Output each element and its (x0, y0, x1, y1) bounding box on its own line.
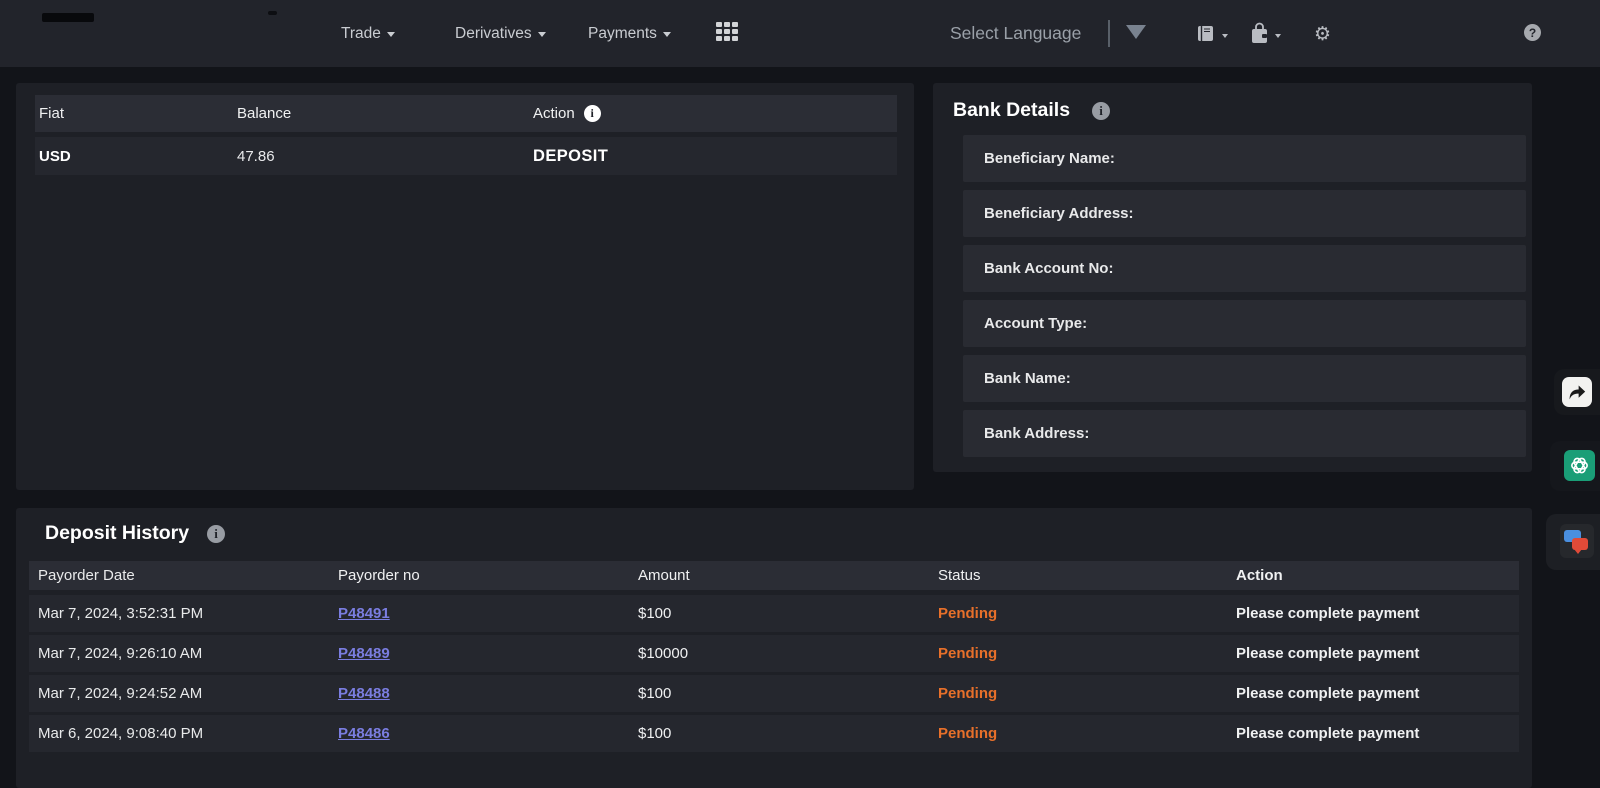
nav-menu-derivatives[interactable]: Derivatives (455, 0, 546, 67)
payorder-link[interactable]: P48488 (338, 685, 390, 702)
chatgpt-extension-icon[interactable] (1564, 450, 1595, 481)
header-status: Status (929, 567, 1227, 584)
chevron-down-icon (1222, 34, 1228, 38)
payorder-link[interactable]: P48491 (338, 605, 390, 622)
fiat-balance-panel: Fiat Balance Action i USD 47.86 DEPOSIT (16, 83, 914, 490)
status-badge: Pending (938, 725, 997, 742)
chevron-down-icon (538, 32, 546, 37)
book-icon (1196, 25, 1217, 43)
wallet-lock-icon (1250, 22, 1270, 45)
language-dropdown-triangle-icon[interactable] (1126, 25, 1146, 39)
fiat-table-header: Fiat Balance Action i (35, 95, 897, 132)
help-icon[interactable]: ? (1524, 24, 1541, 41)
curved-arrow-icon (1567, 383, 1587, 401)
status-badge: Pending (938, 685, 997, 702)
bank-field-label: Beneficiary Name: (984, 150, 1115, 167)
openai-knot-icon (1569, 455, 1590, 476)
language-selector[interactable]: Select Language (950, 0, 1081, 67)
brand-logo (42, 13, 94, 22)
fiat-balance-value: 47.86 (237, 148, 533, 165)
nav-menu-payments[interactable]: Payments (588, 0, 671, 67)
wallet-menu[interactable] (1250, 0, 1281, 67)
orders-menu[interactable] (1196, 0, 1228, 67)
bank-field-label: Bank Account No: (984, 260, 1113, 277)
bank-details-panel: Bank Details i Beneficiary Name: Benefic… (933, 83, 1532, 472)
table-row: Mar 7, 2024, 9:24:52 AM P48488 $100 Pend… (29, 675, 1519, 712)
cell-action: Please complete payment (1227, 645, 1519, 662)
nav-menu-trade[interactable]: Trade (341, 0, 395, 67)
status-badge: Pending (938, 605, 997, 622)
apps-grid-icon[interactable] (716, 22, 740, 44)
header-amount: Amount (629, 567, 929, 584)
help-glyph: ? (1529, 26, 1536, 40)
cell-action: Please complete payment (1227, 725, 1519, 742)
bank-details-fields: Beneficiary Name: Beneficiary Address: B… (933, 135, 1532, 457)
chevron-down-icon (387, 32, 395, 37)
chevron-down-icon (1275, 34, 1281, 38)
bank-field-label: Beneficiary Address: (984, 205, 1134, 222)
header-payorder-no: Payorder no (329, 567, 629, 584)
logo-dot (268, 11, 277, 15)
fiat-header-balance: Balance (237, 105, 533, 122)
red-chat-bubble-icon (1572, 538, 1588, 550)
header-payorder-date: Payorder Date (29, 567, 329, 584)
deposit-button[interactable]: DEPOSIT (533, 147, 608, 166)
status-badge: Pending (938, 645, 997, 662)
nav-menu-derivatives-label: Derivatives (455, 25, 532, 43)
cell-payorder-date: Mar 6, 2024, 9:08:40 PM (29, 725, 329, 742)
cell-amount: $10000 (629, 645, 929, 662)
bank-field-account-type: Account Type: (963, 300, 1526, 347)
share-arrow-icon[interactable] (1562, 377, 1592, 407)
deposit-history-title: Deposit History (45, 522, 189, 545)
fiat-header-fiat: Fiat (35, 105, 237, 122)
bank-field-label: Bank Address: (984, 425, 1089, 442)
bank-details-info-icon[interactable]: i (1092, 102, 1110, 120)
bank-field-bank-name: Bank Name: (963, 355, 1526, 402)
bank-field-beneficiary-name: Beneficiary Name: (963, 135, 1526, 182)
nav-menu-payments-label: Payments (588, 25, 657, 43)
cell-action: Please complete payment (1227, 685, 1519, 702)
cell-payorder-date: Mar 7, 2024, 3:52:31 PM (29, 605, 329, 622)
cell-payorder-date: Mar 7, 2024, 9:24:52 AM (29, 685, 329, 702)
nav-menu-trade-label: Trade (341, 25, 381, 43)
fiat-table-row: USD 47.86 DEPOSIT (35, 137, 897, 175)
deposit-history-table: Payorder Date Payorder no Amount Status … (29, 561, 1519, 752)
bank-field-label: Bank Name: (984, 370, 1071, 387)
divider (1108, 20, 1110, 47)
action-info-icon[interactable]: i (584, 105, 601, 122)
cell-payorder-date: Mar 7, 2024, 9:26:10 AM (29, 645, 329, 662)
payorder-link[interactable]: P48489 (338, 645, 390, 662)
deposit-table-header: Payorder Date Payorder no Amount Status … (29, 561, 1519, 590)
settings-gear-icon[interactable]: ⚙ (1314, 0, 1331, 67)
language-selector-label: Select Language (950, 23, 1081, 44)
table-row: Mar 7, 2024, 3:52:31 PM P48491 $100 Pend… (29, 595, 1519, 632)
top-navbar: Trade Derivatives Payments Select Langua… (0, 0, 1600, 67)
bank-field-beneficiary-address: Beneficiary Address: (963, 190, 1526, 237)
header-action: Action (1227, 567, 1519, 584)
fiat-currency: USD (35, 148, 237, 165)
bank-field-label: Account Type: (984, 315, 1087, 332)
table-row: Mar 6, 2024, 9:08:40 PM P48486 $100 Pend… (29, 715, 1519, 752)
deposit-history-panel: Deposit History i Payorder Date Payorder… (16, 508, 1532, 788)
payorder-link[interactable]: P48486 (338, 725, 390, 742)
bank-field-bank-address: Bank Address: (963, 410, 1526, 457)
chevron-down-icon (663, 32, 671, 37)
cell-amount: $100 (629, 605, 929, 622)
bank-field-account-no: Bank Account No: (963, 245, 1526, 292)
chat-bubbles-extension-icon[interactable] (1560, 524, 1594, 558)
gear-glyph: ⚙ (1314, 23, 1331, 45)
cell-amount: $100 (629, 685, 929, 702)
deposit-history-info-icon[interactable]: i (207, 525, 225, 543)
fiat-header-action: Action (533, 105, 575, 122)
cell-action: Please complete payment (1227, 605, 1519, 622)
cell-amount: $100 (629, 725, 929, 742)
bank-details-title: Bank Details (953, 99, 1070, 122)
table-row: Mar 7, 2024, 9:26:10 AM P48489 $10000 Pe… (29, 635, 1519, 672)
fiat-table: Fiat Balance Action i USD 47.86 DEPOSIT (35, 95, 897, 175)
